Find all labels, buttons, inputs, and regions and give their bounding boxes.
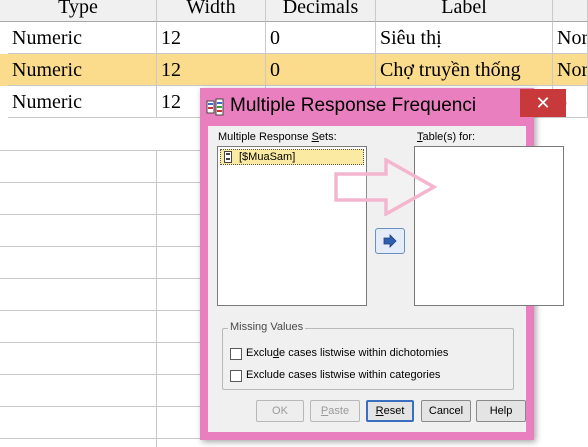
exclude-categories-checkbox[interactable] [230,370,242,382]
cancel-button[interactable]: Cancel [421,400,471,422]
cell-type[interactable]: Numeric [8,86,157,118]
tables-label-text: able(s) for: [422,131,476,143]
close-icon: ✕ [535,93,551,113]
grid-line [0,278,200,279]
dialog-app-icon [206,98,224,116]
cell-decimals[interactable]: 0 [266,22,376,54]
sets-label-text: Multiple Response [218,131,312,143]
reset-button[interactable]: Reset [366,400,414,422]
grid-line [0,214,200,215]
table-row[interactable]: Numeric 12 0 Siêu thị Nor [0,22,588,54]
grid-line [0,246,200,247]
cell-type[interactable]: Numeric [8,22,157,54]
grid-line [0,342,200,343]
multiple-response-frequencies-dialog: Multiple Response Frequenci ✕ Multiple R… [200,88,566,440]
missing-values-group: Missing Values Exclude cases listwise wi… [222,321,514,390]
list-item-label: [$MuaSam] [239,151,296,163]
reset-mnemonic: R [375,405,384,417]
cell-values[interactable]: Nor [553,22,588,54]
exclude-dichotomies-label[interactable]: Exclude cases listwise within dichotomie… [246,347,448,359]
close-button[interactable]: ✕ [520,89,566,117]
table-row-selected[interactable]: Numeric 12 0 Chợ truyền thống Nor [0,54,588,86]
dialog-title: Multiple Response Frequenci [230,95,477,116]
sets-list-label: Multiple Response Sets: [218,131,337,143]
grid-line [0,150,200,151]
annotation-arrow-icon [334,158,438,216]
header-decimals[interactable]: Decimals [266,0,376,22]
move-to-tables-button[interactable] [375,228,405,254]
exclude-categories-label[interactable]: Exclude cases listwise within categories [246,369,440,381]
opt1-text: Exclu [246,347,273,359]
grid-line [0,438,200,439]
grid-line [156,150,157,447]
missing-values-legend: Missing Values [228,321,306,333]
cell-width[interactable]: 12 [157,22,266,54]
header-width[interactable]: Width [157,0,266,22]
opt1-text-end: e cases listwise within dichotomies [279,347,449,359]
grid-line [0,182,200,183]
header-label[interactable]: Label [376,0,553,22]
move-right-arrow-icon [383,234,397,248]
help-button[interactable]: Help [476,400,526,422]
grid-line [0,310,200,311]
paste-button[interactable]: Paste [310,400,360,422]
paste-label: aste [328,405,350,417]
cell-decimals[interactable]: 0 [266,54,376,86]
tables-list-label: Table(s) for: [417,131,475,143]
grid-line [0,374,200,375]
grid-line [0,406,200,407]
response-set-icon [224,151,232,163]
dialog-titlebar[interactable]: Multiple Response Frequenci [200,88,534,126]
header-type[interactable]: Type [0,0,157,22]
ok-button[interactable]: OK [256,400,304,422]
cell-label[interactable]: Chợ truyền thống [376,54,553,86]
cell-values[interactable]: Nor [553,54,588,86]
sets-label-text-end: ets: [318,131,337,143]
opt2-text-end: ories [416,369,441,381]
opt2-text: Exclude cases listwise within cate [246,369,411,381]
cell-width[interactable]: 12 [157,54,266,86]
sets-label-mnemonic: S [311,131,319,143]
reset-label: eset [383,405,405,417]
exclude-dichotomies-checkbox[interactable] [230,348,242,360]
header-values[interactable] [553,0,588,22]
cell-type[interactable]: Numeric [8,54,157,86]
cell-label[interactable]: Siêu thị [376,22,553,54]
